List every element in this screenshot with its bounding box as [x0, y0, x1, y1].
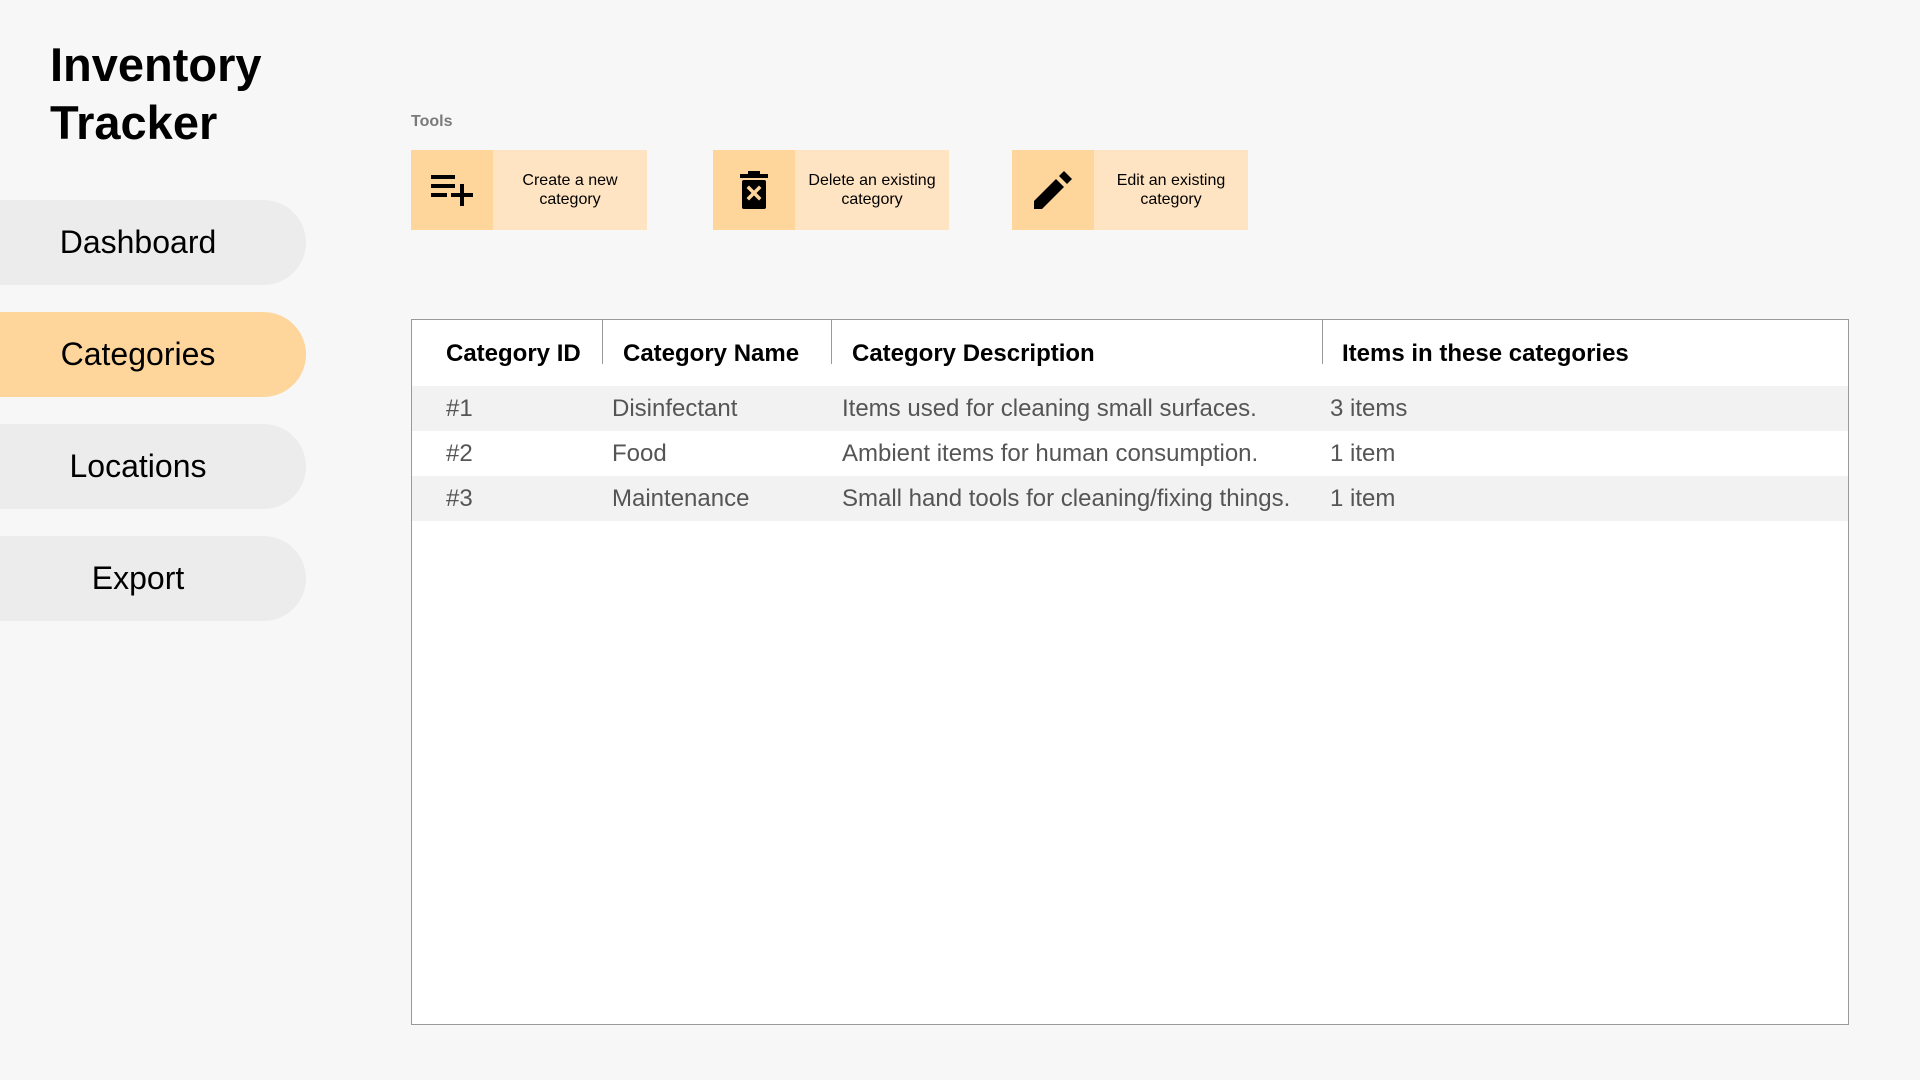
column-header-id[interactable]: Category ID	[412, 320, 602, 386]
cell-category-id: #2	[446, 439, 473, 467]
cell-category-description: Small hand tools for cleaning/fixing thi…	[831, 476, 1322, 521]
cell-category-name: Disinfectant	[602, 386, 831, 431]
pencil-icon	[1012, 150, 1094, 230]
sidebar-nav: Dashboard Categories Locations Export	[0, 200, 306, 648]
table-row[interactable]: #1 Disinfectant Items used for cleaning …	[412, 386, 1848, 431]
sidebar-item-categories[interactable]: Categories	[0, 312, 306, 397]
app-title-line-1: Inventory	[50, 38, 262, 91]
column-header-items[interactable]: Items in these categories	[1322, 320, 1848, 386]
column-divider[interactable]	[602, 320, 603, 364]
cell-category-name: Food	[612, 439, 667, 467]
table-row[interactable]: #3 Maintenance Small hand tools for clea…	[412, 476, 1848, 521]
sidebar-item-label: Export	[91, 560, 185, 596]
column-divider[interactable]	[831, 320, 832, 364]
column-divider[interactable]	[1322, 320, 1323, 364]
cell-item-count: 3 items	[1322, 386, 1848, 431]
sidebar-item-export[interactable]: Export	[0, 536, 306, 621]
sidebar-item-label: Locations	[69, 448, 207, 484]
create-category-label: Create a new category	[493, 150, 647, 230]
cell-item-count: 1 item	[1322, 476, 1848, 521]
playlist-add-icon	[411, 150, 493, 230]
edit-category-label: Edit an existing category	[1094, 150, 1248, 230]
app: Inventory Tracker Dashboard Categories L…	[0, 0, 1920, 1080]
delete-category-label: Delete an existing category	[795, 150, 949, 230]
cell-item-count: 1 item	[1330, 439, 1396, 467]
tools-label: Tools	[411, 113, 453, 130]
cell-category-id: #3	[412, 476, 602, 521]
categories-table: Category ID Category Name Category Descr…	[411, 319, 1849, 1025]
sidebar-item-label: Categories	[60, 336, 216, 372]
cell-category-description: Items used for cleaning small surfaces.	[831, 386, 1322, 431]
table-row[interactable]: #2 Food Ambient items for human consumpt…	[412, 431, 1848, 476]
delete-category-button[interactable]: Delete an existing category	[713, 150, 949, 230]
app-title-line-2: Tracker	[50, 96, 218, 149]
edit-category-button[interactable]: Edit an existing category	[1012, 150, 1248, 230]
cell-category-id: #1	[412, 386, 602, 431]
sidebar-item-dashboard[interactable]: Dashboard	[0, 200, 306, 285]
cell-category-description: Ambient items for human consumption.	[842, 439, 1259, 467]
create-category-button[interactable]: Create a new category	[411, 150, 647, 230]
column-header-description[interactable]: Category Description	[831, 320, 1322, 386]
trash-icon	[713, 150, 795, 230]
app-title: Inventory Tracker	[50, 36, 310, 152]
sidebar-item-label: Dashboard	[59, 224, 217, 260]
table-header-row: Category ID Category Name Category Descr…	[412, 320, 1848, 386]
cell-category-name: Maintenance	[602, 476, 831, 521]
sidebar-item-locations[interactable]: Locations	[0, 424, 306, 509]
column-header-name[interactable]: Category Name	[602, 320, 831, 386]
